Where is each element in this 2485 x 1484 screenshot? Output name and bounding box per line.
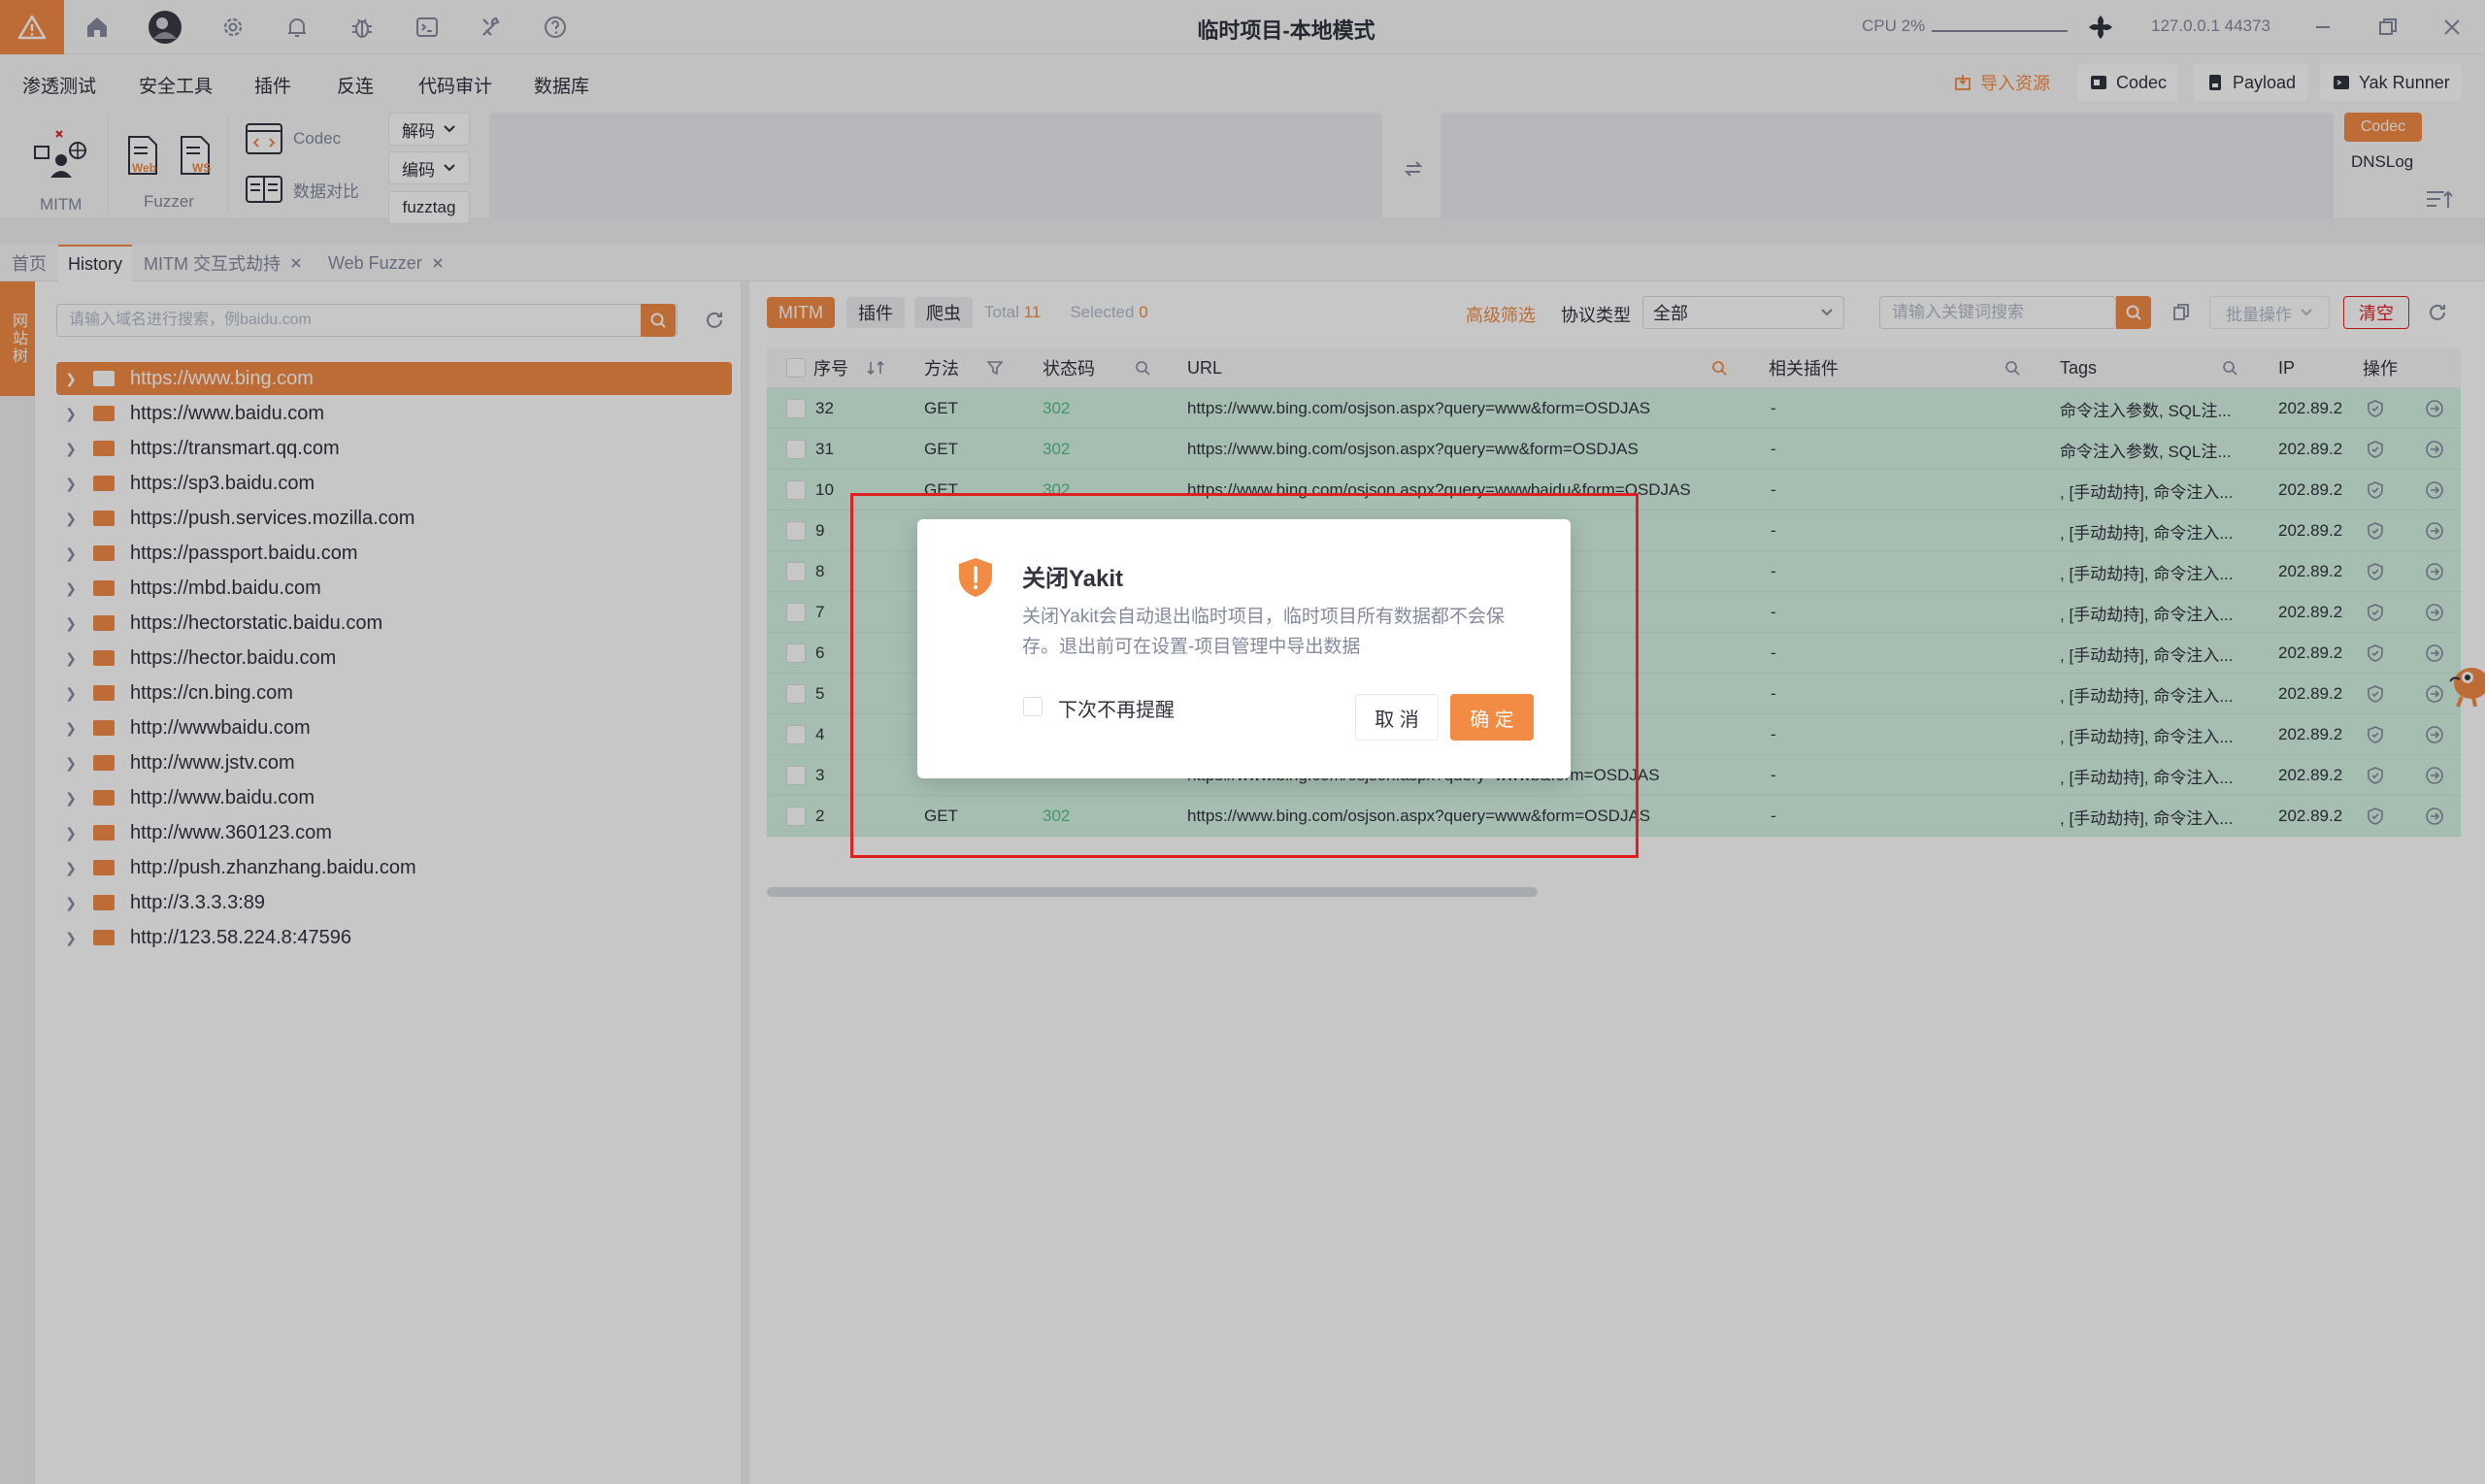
cancel-button[interactable]: 取 消 [1355,694,1439,741]
shield-warning-icon [955,555,996,600]
dialog-title: 关闭Yakit [1022,566,1124,592]
dont-remind-checkbox[interactable] [1023,697,1043,716]
confirm-button[interactable]: 确 定 [1450,694,1534,741]
dialog-message: 关闭Yakit会自动退出临时项目，临时项目所有数据都不会保存。退出前可在设置-项… [1022,607,1505,657]
dont-remind-label[interactable]: 下次不再提醒 [1058,694,1175,722]
